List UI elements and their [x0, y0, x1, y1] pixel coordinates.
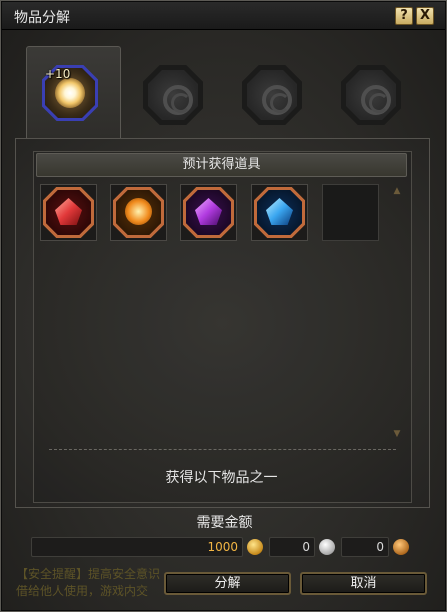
enhance-level-label: +10	[45, 67, 71, 81]
blue-crystal-icon	[266, 198, 293, 225]
empty-slot-icon	[262, 85, 292, 115]
empty-slot-4[interactable]	[341, 65, 401, 125]
divider	[49, 449, 396, 450]
reward-item-red[interactable]	[40, 184, 97, 241]
disassemble-button[interactable]: 分解	[164, 572, 291, 595]
reward-item-empty	[322, 184, 379, 241]
help-button[interactable]: ?	[395, 7, 413, 25]
rewards-header: 预计获得道具	[36, 153, 407, 177]
item-disassemble-window: 物品分解 ? X +10 预计获得道具 ▲ ▼ 获得以下物品之一 需要金额 10…	[0, 0, 447, 612]
window-title: 物品分解	[14, 10, 70, 26]
reward-item-orange[interactable]	[110, 184, 167, 241]
silver-coin-icon	[319, 539, 335, 555]
orange-crystal-icon	[125, 198, 152, 225]
reward-item-blue[interactable]	[251, 184, 308, 241]
scroll-up-arrow-icon[interactable]: ▲	[392, 186, 402, 196]
red-crystal-icon	[55, 198, 82, 225]
empty-slot-icon	[163, 85, 193, 115]
title-bar[interactable]: 物品分解 ? X	[2, 2, 445, 30]
copper-amount: 0	[341, 537, 389, 557]
reward-item-purple[interactable]	[180, 184, 237, 241]
cancel-button[interactable]: 取消	[300, 572, 427, 595]
empty-slot-icon	[361, 85, 391, 115]
gold-coin-icon	[247, 539, 263, 555]
silver-amount: 0	[269, 537, 315, 557]
rewards-footer: 获得以下物品之一	[165, 470, 278, 486]
close-button[interactable]: X	[416, 7, 434, 25]
empty-slot-2[interactable]	[143, 65, 203, 125]
copper-coin-icon	[393, 539, 409, 555]
purple-crystal-icon	[195, 198, 222, 225]
cost-label: 需要金额	[196, 515, 253, 531]
security-warning-text: 【安全提醒】提高安全意识 借给他人使用，游戏内交	[16, 567, 161, 598]
glowing-orb-icon	[55, 78, 85, 108]
empty-slot-3[interactable]	[242, 65, 302, 125]
scroll-down-arrow-icon[interactable]: ▼	[392, 429, 402, 439]
gold-amount: 1000	[31, 537, 243, 557]
